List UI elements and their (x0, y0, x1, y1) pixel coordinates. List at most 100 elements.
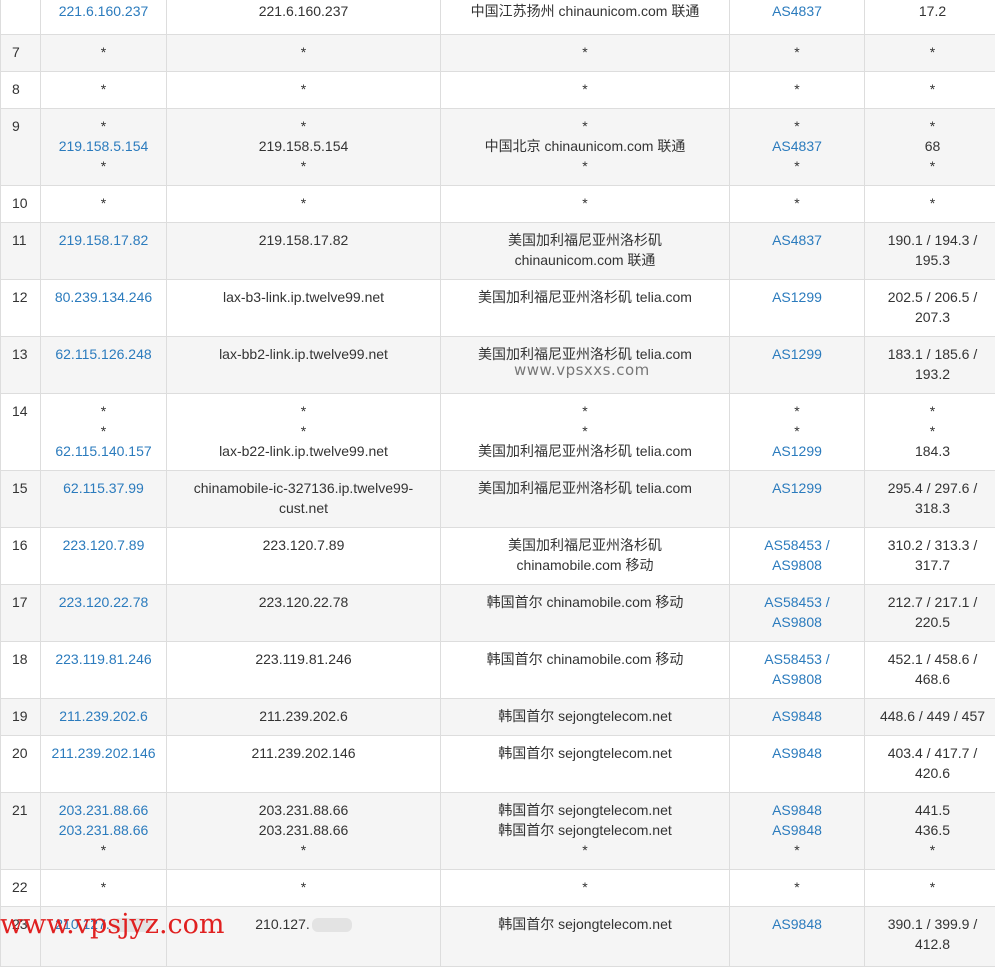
ip-address-link[interactable]: 223.119.81.246 (41, 649, 166, 669)
location-cell: * (441, 186, 730, 223)
location-text: 中国北京 chinaunicom.com 联通 (441, 136, 729, 156)
rtt-text: * (865, 401, 995, 421)
rtt-text: 317.7 (865, 555, 995, 575)
hop-row: 10***** (1, 186, 995, 223)
location-cell: 美国加利福尼亚州洛杉矶chinamobile.com 移动 (441, 528, 730, 585)
asn-link[interactable]: AS9848 (730, 820, 864, 840)
hop-number-cell: 9 (1, 109, 41, 186)
ip-address-link[interactable]: 203.231.88.66 (41, 820, 166, 840)
location-text: chinaunicom.com 联通 (441, 250, 729, 270)
asn-link[interactable]: AS58453 / (730, 592, 864, 612)
hop-number-text: 9 (12, 116, 40, 136)
hostname-text: * (167, 401, 440, 421)
ip-address-link[interactable]: 223.120.7.89 (41, 535, 166, 555)
asn-link[interactable]: AS58453 / (730, 535, 864, 555)
rtt-text: * (865, 840, 995, 860)
location-cell: 韩国首尔 chinamobile.com 移动 (441, 585, 730, 642)
asn-link[interactable]: AS9848 (730, 706, 864, 726)
rtt-text: 420.6 (865, 763, 995, 783)
rtt-text: * (865, 79, 995, 99)
location-cell: 韩国首尔 sejongtelecom.net (441, 907, 730, 967)
ip-address-cell: 223.119.81.246 (41, 642, 167, 699)
asn-cell: AS9848AS9848* (730, 793, 865, 870)
hop-row: 221.6.160.237221.6.160.237中国江苏扬州 chinaun… (1, 0, 995, 35)
ip-address-link[interactable]: 62.115.126.248 (41, 344, 166, 364)
rtt-cell: * (865, 870, 995, 907)
rtt-cell: 202.5 / 206.5 /207.3 (865, 280, 995, 337)
hostname-cell: **lax-b22-link.ip.twelve99.net (167, 394, 441, 471)
asn-text: * (730, 156, 864, 176)
ip-address-link[interactable]: 223.120.22.78 (41, 592, 166, 612)
asn-link[interactable]: AS58453 / (730, 649, 864, 669)
traceroute-body: 221.6.160.237221.6.160.237中国江苏扬州 chinaun… (1, 0, 995, 967)
asn-link[interactable]: AS1299 (730, 344, 864, 364)
asn-link[interactable]: AS9848 (730, 800, 864, 820)
rtt-text: 68 (865, 136, 995, 156)
asn-link[interactable]: AS1299 (730, 441, 864, 461)
hop-number-text: 8 (12, 79, 40, 99)
hop-row: 18223.119.81.246223.119.81.246韩国首尔 china… (1, 642, 995, 699)
ip-address-link[interactable]: 80.239.134.246 (41, 287, 166, 307)
rtt-text: 436.5 (865, 820, 995, 840)
ip-address-link[interactable]: 211.239.202.146 (41, 743, 166, 763)
asn-link[interactable]: AS9848 (730, 743, 864, 763)
asn-link[interactable]: AS9808 (730, 612, 864, 632)
rtt-cell: 390.1 / 399.9 /412.8 (865, 907, 995, 967)
asn-text: * (730, 421, 864, 441)
rtt-text: 412.8 (865, 934, 995, 954)
asn-cell: AS58453 /AS9808 (730, 528, 865, 585)
rtt-text: * (865, 193, 995, 213)
ip-address-link[interactable]: 62.115.140.157 (41, 441, 166, 461)
location-text: 韩国首尔 sejongtelecom.net (441, 800, 729, 820)
location-text: 美国加利福尼亚州洛杉矶 telia.com (441, 441, 729, 461)
ip-address-link[interactable]: 203.231.88.66 (41, 800, 166, 820)
location-cell: **美国加利福尼亚州洛杉矶 telia.com (441, 394, 730, 471)
rtt-cell: 310.2 / 313.3 /317.7 (865, 528, 995, 585)
hostname-cell: 203.231.88.66203.231.88.66* (167, 793, 441, 870)
hostname-text: * (167, 42, 440, 62)
ip-address-cell: * (41, 72, 167, 109)
hop-row: 20211.239.202.146211.239.202.146韩国首尔 sej… (1, 736, 995, 793)
asn-cell: * (730, 35, 865, 72)
asn-link[interactable]: AS9848 (730, 914, 864, 934)
asn-link[interactable]: AS1299 (730, 287, 864, 307)
hostname-text: 223.119.81.246 (167, 649, 440, 669)
rtt-text: 390.1 / 399.9 / (865, 914, 995, 934)
hop-number-text: 11 (12, 230, 40, 250)
hostname-cell: chinamobile-ic-327136.ip.twelve99-cust.n… (167, 471, 441, 528)
asn-cell: AS58453 /AS9808 (730, 585, 865, 642)
ip-address-text: * (41, 42, 166, 62)
hostname-text: 219.158.17.82 (167, 230, 440, 250)
hop-number-cell: 7 (1, 35, 41, 72)
location-text: * (441, 421, 729, 441)
hostname-text: * (167, 79, 440, 99)
ip-address-cell: 221.6.160.237 (41, 0, 167, 35)
ip-address-text: * (41, 840, 166, 860)
rtt-cell: * (865, 72, 995, 109)
ip-address-link[interactable]: 219.158.5.154 (41, 136, 166, 156)
asn-link[interactable]: AS9808 (730, 555, 864, 575)
rtt-text: * (865, 877, 995, 897)
rtt-text: 190.1 / 194.3 / (865, 230, 995, 250)
asn-link[interactable]: AS4837 (730, 136, 864, 156)
asn-cell: AS58453 /AS9808 (730, 642, 865, 699)
hostname-text: 219.158.5.154 (167, 136, 440, 156)
ip-address-cell: *219.158.5.154* (41, 109, 167, 186)
rtt-cell: 183.1 / 185.6 /193.2 (865, 337, 995, 394)
hostname-text: * (167, 877, 440, 897)
location-cell: 美国加利福尼亚州洛杉矶chinaunicom.com 联通 (441, 223, 730, 280)
rtt-text: 17.2 (865, 1, 995, 21)
ip-address-link[interactable]: 221.6.160.237 (41, 1, 166, 21)
hop-number-cell: 11 (1, 223, 41, 280)
ip-address-link[interactable]: 219.158.17.82 (41, 230, 166, 250)
asn-link[interactable]: AS1299 (730, 478, 864, 498)
ip-address-link[interactable]: 211.239.202.6 (41, 706, 166, 726)
hostname-text: 221.6.160.237 (167, 1, 440, 21)
asn-cell: AS9848 (730, 736, 865, 793)
asn-link[interactable]: AS4837 (730, 230, 864, 250)
asn-link[interactable]: AS4837 (730, 1, 864, 21)
asn-text: * (730, 840, 864, 860)
rtt-text: 202.5 / 206.5 / (865, 287, 995, 307)
asn-link[interactable]: AS9808 (730, 669, 864, 689)
ip-address-link[interactable]: 62.115.37.99 (41, 478, 166, 498)
